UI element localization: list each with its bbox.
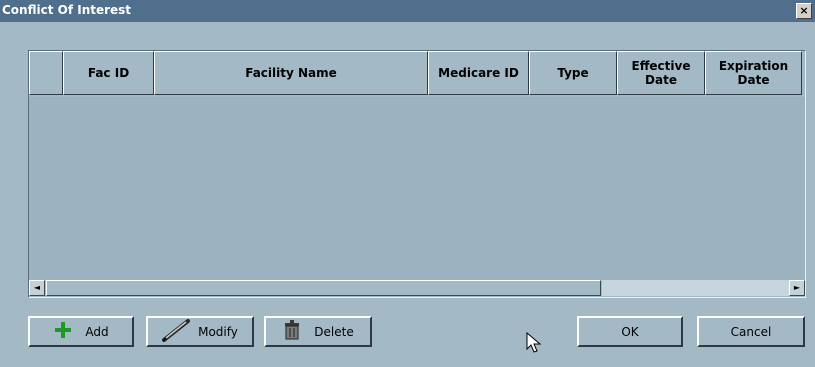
delete-button[interactable]: Delete (264, 316, 372, 347)
scroll-thumb[interactable] (46, 280, 601, 296)
close-button[interactable]: × (796, 3, 812, 19)
row-selector-header[interactable] (29, 51, 63, 95)
column-header-medicare-id[interactable]: Medicare ID (428, 51, 529, 95)
grid-header: Fac ID Facility Name Medicare ID Type Ef… (29, 51, 805, 97)
column-header-facility-name[interactable]: Facility Name (154, 51, 428, 95)
title-bar[interactable]: Conflict Of Interest × (0, 0, 815, 22)
cancel-button-label: Cancel (730, 324, 772, 339)
conflict-grid[interactable]: Fac ID Facility Name Medicare ID Type Ef… (28, 50, 806, 298)
cancel-button[interactable]: Cancel (697, 316, 805, 347)
column-header-fac-id[interactable]: Fac ID (63, 51, 154, 95)
close-icon: × (799, 4, 809, 17)
pen-icon (162, 318, 192, 345)
window-title: Conflict Of Interest (2, 3, 132, 17)
horizontal-scrollbar[interactable]: ◄ ► (29, 280, 805, 297)
scroll-track[interactable] (602, 280, 789, 296)
column-header-expiration-date[interactable]: Expiration Date (705, 51, 802, 95)
ok-button-label: OK (621, 324, 639, 339)
column-header-type[interactable]: Type (529, 51, 617, 95)
scroll-right-button[interactable]: ► (789, 280, 805, 296)
modify-button[interactable]: Modify (146, 316, 254, 347)
plus-icon (53, 320, 73, 343)
column-header-effective-date[interactable]: Effective Date (617, 51, 705, 95)
arrow-right-icon: ► (793, 283, 801, 292)
mouse-cursor-icon (526, 331, 542, 357)
arrow-left-icon: ◄ (33, 283, 41, 292)
modify-button-label: Modify (198, 324, 238, 339)
trash-icon (282, 319, 302, 344)
dialog-window: Conflict Of Interest × Fac ID Facility N… (0, 0, 815, 367)
ok-button[interactable]: OK (577, 316, 683, 347)
scroll-left-button[interactable]: ◄ (29, 280, 45, 296)
add-button-label: Add (85, 324, 109, 339)
delete-button-label: Delete (314, 324, 354, 339)
add-button[interactable]: Add (28, 316, 134, 347)
